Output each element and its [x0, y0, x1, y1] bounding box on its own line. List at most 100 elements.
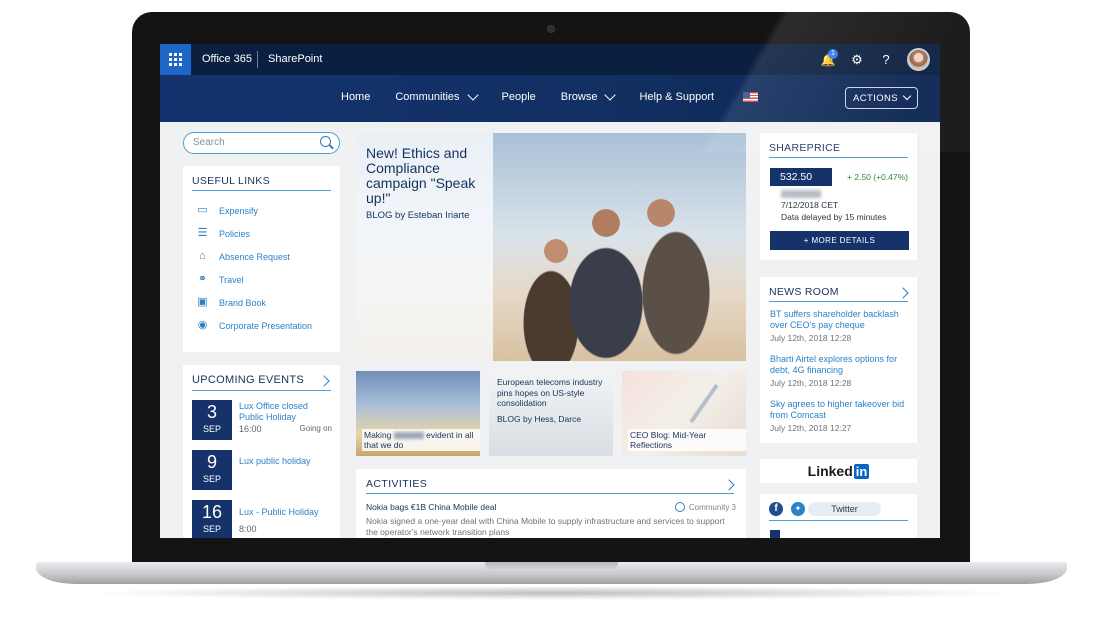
event-note: Going on	[299, 424, 332, 433]
event-title: Lux - Public Holiday	[239, 507, 319, 517]
link-travel[interactable]: ⚭ Travel	[196, 274, 244, 285]
suite-separator	[257, 51, 258, 68]
hero-title: New! Ethics and Compliance campaign "Spe…	[366, 145, 476, 206]
chevron-right-icon[interactable]	[318, 375, 330, 387]
presentation-icon: ◉	[197, 319, 208, 331]
event-time: 16:00	[239, 424, 262, 434]
suite-site-name[interactable]: SharePoint	[268, 53, 322, 65]
hero-banner[interactable]: New! Ethics and Compliance campaign "Spe…	[356, 133, 746, 361]
event-date: 3 SEP	[192, 400, 232, 440]
nav-home[interactable]: Home	[341, 91, 370, 103]
more-details-button[interactable]: + MORE DETAILS	[770, 231, 909, 250]
upcoming-events-card: UPCOMING EVENTS 3 SEP Lux Office closed …	[183, 365, 340, 538]
useful-links-card: USEFUL LINKS ▭ Expensify ☰ Policies ⌂ Absen…	[183, 166, 340, 352]
hero-subtitle: BLOG by Esteban Iriarte	[366, 210, 470, 221]
event-time: 8:00	[239, 524, 257, 534]
upcoming-events-title: UPCOMING EVENTS	[192, 374, 305, 386]
event-date: 16 SEP	[192, 500, 232, 538]
news-item[interactable]: BT suffers shareholder backlash over CEO…	[770, 309, 910, 343]
nav-browse[interactable]: Browse	[561, 89, 617, 103]
tile-subtitle: BLOG by Hess, Darce	[497, 414, 582, 424]
suite-app-name[interactable]: Office 365	[202, 53, 252, 65]
event-title: Lux Office closed Public Holiday	[239, 401, 308, 422]
twitter-icon[interactable]: ✦	[791, 502, 805, 516]
tile-caption: Making evident in all that we do	[362, 429, 480, 451]
page-content: Search USEFUL LINKS ▭ Expensify ☰ Policies…	[160, 122, 940, 538]
tile-title: European telecoms industry pins hopes on…	[497, 377, 603, 408]
linkedin-logo[interactable]: Linked in	[760, 459, 917, 483]
chevron-down-icon	[902, 91, 912, 101]
news-tile[interactable]: CEO Blog: Mid-Year Reflections	[622, 371, 746, 456]
link-expensify[interactable]: ▭ Expensify	[196, 205, 258, 216]
chevron-down-icon	[466, 89, 479, 101]
divider	[769, 301, 908, 302]
news-tile[interactable]: European telecoms industry pins hopes on…	[489, 371, 613, 456]
camera	[547, 25, 555, 33]
chevron-right-icon[interactable]	[723, 479, 735, 491]
divider	[769, 520, 908, 521]
blurred-ticker	[781, 190, 821, 198]
link-brand-book[interactable]: ▣ Brand Book	[196, 297, 266, 308]
divider	[192, 190, 331, 191]
event-item[interactable]: 9 SEP Lux public holiday	[192, 450, 332, 490]
activities-title: ACTIVITIES	[366, 478, 428, 490]
home-icon: ⌂	[199, 250, 206, 262]
feed-item-icon	[770, 530, 780, 538]
help-icon[interactable]: ?	[878, 52, 894, 68]
laptop-shadow	[80, 586, 1023, 600]
link-absence-request[interactable]: ⌂ Absence Request	[196, 251, 290, 262]
link-corporate-presentation[interactable]: ◉ Corporate Presentation	[196, 320, 312, 331]
avatar[interactable]	[907, 48, 930, 71]
share-change: + 2.50 (+0.47%)	[847, 172, 908, 182]
news-room-card: NEWS ROOM BT suffers shareholder backlas…	[760, 277, 917, 443]
notification-badge: 1	[828, 48, 838, 59]
twitter-tab[interactable]: Twitter	[808, 502, 881, 516]
divider	[769, 157, 908, 158]
globe-icon: ⚭	[197, 273, 208, 285]
site-navigation: Home Communities People Browse Help & Su…	[160, 75, 940, 122]
activity-headline[interactable]: Nokia bags €1B China Mobile deal	[366, 502, 496, 512]
useful-links-title: USEFUL LINKS	[192, 175, 270, 187]
pen-icon	[689, 383, 719, 424]
shareprice-title: SHAREPRICE	[769, 142, 841, 154]
news-item[interactable]: Sky agrees to higher takeover bid from C…	[770, 399, 910, 433]
event-title: Lux public holiday	[239, 456, 311, 466]
link-policies[interactable]: ☰ Policies	[196, 228, 250, 239]
suite-bar: Office 365 SharePoint 🔔 1 ⚙ ?	[160, 44, 940, 75]
event-item[interactable]: 16 SEP Lux - Public Holiday 8:00	[192, 500, 332, 538]
search-icon[interactable]	[320, 136, 331, 147]
shareprice-card: SHAREPRICE 532.50 + 2.50 (+0.47%) 7/12/2…	[760, 133, 917, 260]
gear-icon[interactable]: ⚙	[849, 52, 865, 68]
facebook-icon[interactable]: f	[769, 502, 783, 516]
notifications-bell-icon[interactable]: 🔔 1	[820, 48, 838, 68]
event-item[interactable]: 3 SEP Lux Office closed Public Holiday 1…	[192, 400, 332, 440]
app-launcher-icon[interactable]	[160, 44, 191, 75]
actions-button[interactable]: ACTIONS	[845, 87, 918, 109]
laptop-notch	[485, 562, 618, 571]
nav-communities[interactable]: Communities	[395, 89, 479, 103]
share-price: 532.50	[770, 168, 832, 186]
sharepoint-screen: Office 365 SharePoint 🔔 1 ⚙ ? Home Commun…	[160, 44, 940, 538]
image-icon: ▣	[197, 296, 208, 308]
us-flag-icon[interactable]	[743, 92, 759, 102]
globe-icon	[674, 502, 685, 512]
search-placeholder: Search	[193, 137, 225, 148]
news-room-title: NEWS ROOM	[769, 286, 839, 298]
event-date: 9 SEP	[192, 450, 232, 490]
social-card: f ✦ Twitter	[760, 494, 917, 538]
news-tile[interactable]: Making evident in all that we do	[356, 371, 480, 456]
activity-community[interactable]: Community 3	[674, 502, 736, 512]
chevron-right-icon[interactable]	[897, 287, 909, 299]
divider	[192, 390, 331, 391]
search-input[interactable]: Search	[183, 132, 340, 154]
activities-card: ACTIVITIES Nokia bags €1B China Mobile d…	[356, 469, 746, 538]
share-date: 7/12/2018 CET	[781, 200, 839, 210]
nav-people[interactable]: People	[502, 91, 536, 103]
nav-help-support[interactable]: Help & Support	[639, 91, 714, 103]
checklist-icon: ☰	[197, 227, 208, 239]
activity-body: Nokia signed a one-year deal with China …	[366, 516, 725, 537]
news-item[interactable]: Bharti Airtel explores options for debt,…	[770, 354, 910, 388]
divider	[366, 493, 734, 494]
chevron-down-icon	[604, 89, 617, 101]
money-icon: ▭	[197, 204, 208, 216]
